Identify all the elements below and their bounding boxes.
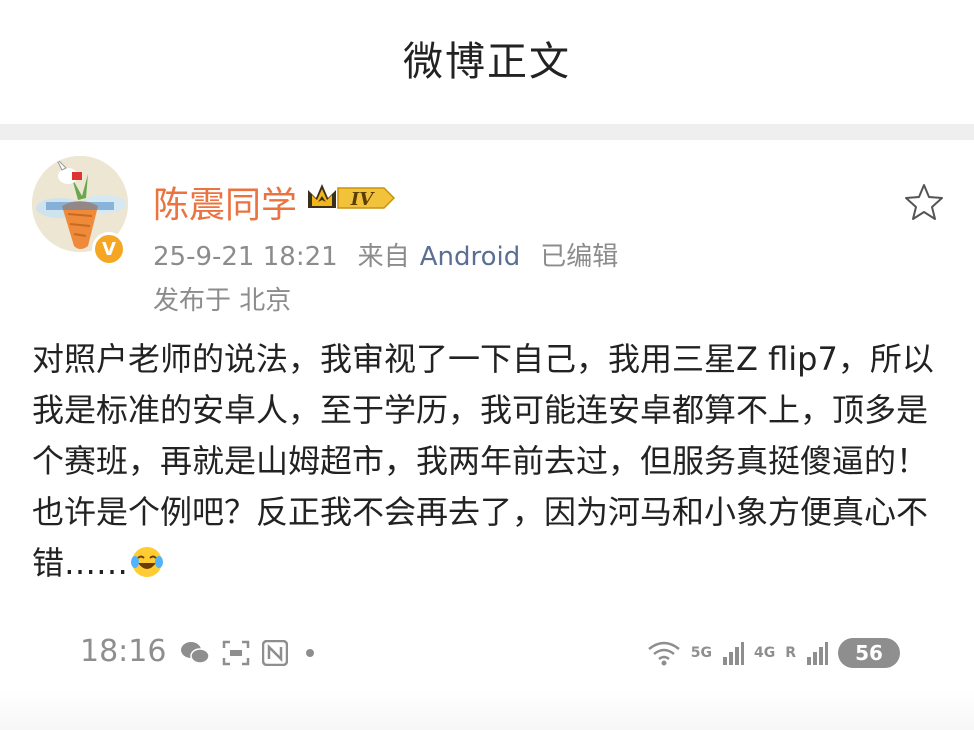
section-divider [0, 124, 974, 140]
star-icon [905, 184, 943, 220]
author-name[interactable]: 陈震同学 [153, 176, 297, 228]
page-title: 微博正文 [403, 39, 571, 85]
favorite-star-button[interactable] [902, 180, 946, 224]
signal-bars-icon [722, 642, 744, 665]
scan-icon [222, 640, 250, 666]
verified-badge: V [92, 232, 126, 266]
post-body: 对照户老师的说法，我审视了一下自己，我用三星Z flip7，所以我是标准的安卓人… [32, 334, 948, 589]
post-time: 25-9-21 18:21 [153, 242, 338, 272]
embedded-time: 18:16 [80, 634, 167, 669]
wifi-icon [647, 641, 680, 666]
signal-bars-2-icon [807, 642, 828, 665]
post-meta: 25-9-21 18:21 来自 Android 已编辑 [153, 236, 618, 273]
nfc-icon [262, 640, 288, 666]
battery-indicator: 56 [838, 638, 900, 668]
signal-5g-label: 5G [690, 645, 712, 661]
post-location: 发布于 北京 [153, 286, 292, 316]
roaming-label: R [785, 645, 796, 661]
device-source[interactable]: Android [420, 242, 521, 272]
from-label: 来自 [357, 242, 410, 272]
weibo-post-page: 微博正文 V 陈震同学 IV 25-9-21 18:21 来自 Android … [0, 0, 974, 730]
embedded-system-icons: 5G 4G R 56 [647, 638, 900, 668]
embedded-notification-icons [180, 640, 314, 666]
edited-label[interactable]: 已编辑 [540, 242, 618, 272]
embedded-screenshot-status-bar: 18:16 5G 4G R 56 [80, 628, 900, 678]
post-text: 对照户老师的说法，我审视了一下自己，我用三星Z flip7，所以我是标准的安卓人… [32, 340, 934, 582]
signal-4g-label: 4G [753, 645, 776, 661]
crown-level-icon: IV [308, 184, 396, 210]
level-text: IV [350, 189, 375, 210]
laugh-cry-emoji-icon [130, 543, 164, 577]
bottom-fade [0, 690, 974, 730]
wechat-icon [181, 642, 210, 664]
top-nav-bar: 微博正文 [0, 0, 974, 124]
more-notifications-dot [306, 649, 314, 657]
level-badge: IV [304, 178, 396, 218]
